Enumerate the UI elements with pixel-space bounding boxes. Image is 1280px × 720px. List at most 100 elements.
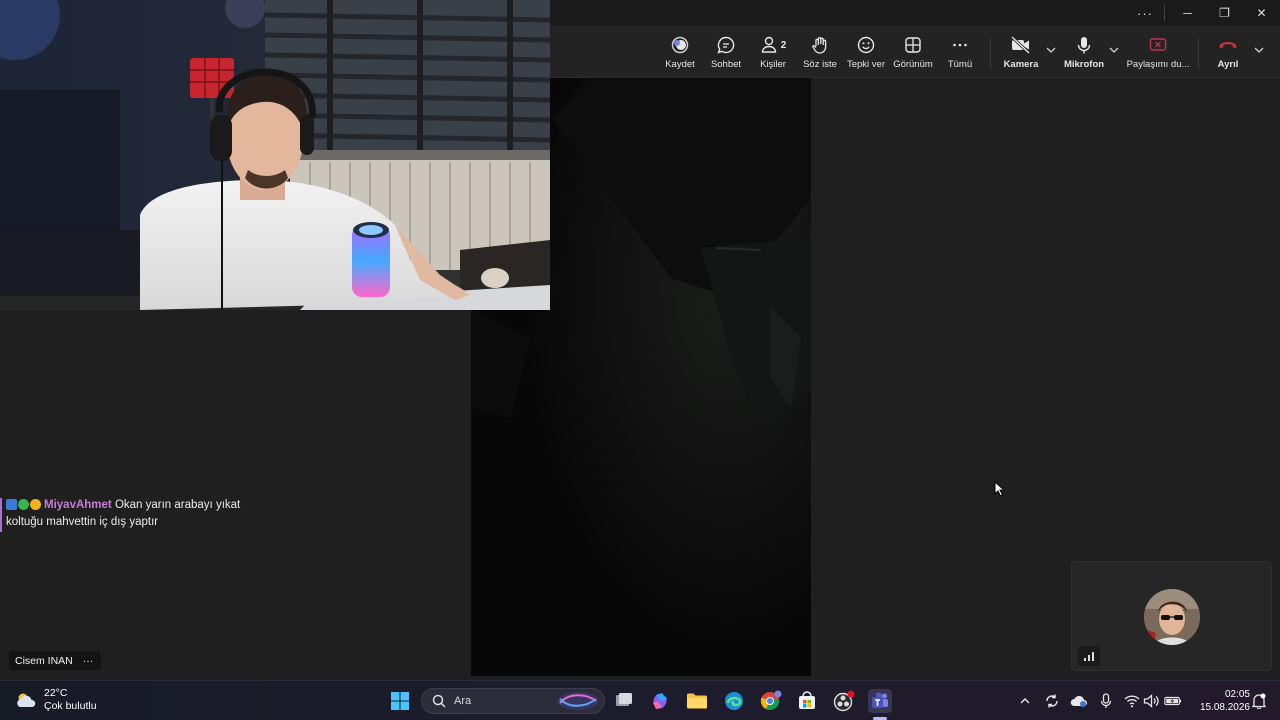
title-more-button[interactable]: ··· [1130,0,1160,26]
clock-date: 15.08.2026 [1199,702,1250,713]
leave-label: Ayrıl [1217,59,1239,70]
toolbar-separator [1198,38,1199,68]
more-actions-label: Tümü [947,59,973,70]
teams-icon [872,692,888,708]
battery-charging-icon [1164,696,1182,706]
more-actions-button[interactable]: Tümü [932,35,988,70]
teams-button[interactable] [868,689,892,713]
file-explorer-button[interactable] [685,689,709,713]
toolbar-separator [990,38,991,68]
sync-tray-button[interactable] [1043,692,1061,710]
task-view-button[interactable] [612,689,636,713]
store-button[interactable] [795,689,819,713]
view-label: Görünüm [893,59,933,70]
avatar-photo [1144,589,1200,645]
chat-accent-bar [0,498,2,532]
chevron-up-icon [1020,698,1030,704]
task-view-icon [616,693,632,706]
participant-name: Cisem INAN [15,654,73,667]
obs-button[interactable] [832,689,856,713]
camera-button[interactable]: Kamera [993,35,1049,70]
leave-options-chevron-icon[interactable] [1253,46,1265,54]
wifi-tray-button[interactable] [1123,692,1141,710]
speaker-icon [1143,694,1159,708]
minimize-button[interactable]: ─ [1169,0,1206,26]
windows-logo-icon [391,692,409,710]
show-hidden-icons-button[interactable] [1016,692,1034,710]
search-icon [432,694,446,708]
microphone-tray-button[interactable] [1097,692,1115,710]
gift-badge-icon [30,499,41,510]
battery-tray-button[interactable] [1164,692,1182,710]
chrome-icon [760,690,782,710]
store-icon [799,691,815,709]
subscriber-badge-icon [6,499,17,510]
chat-message: MiyavAhmet Okan yarın arabayı yıkat kolt… [6,497,266,531]
grid-icon [902,35,924,55]
star-badge-icon [18,499,29,510]
participant-name-tag: Cisem INAN ··· [9,651,102,670]
cloud-icon [1070,695,1087,707]
start-button[interactable] [388,689,412,713]
streamer-webcam-overlay [0,0,550,310]
clock-time: 02:05 [1224,689,1250,700]
weather-widget[interactable]: 22°C Çok bulutlu [14,687,97,713]
record-label: Kaydet [665,59,695,70]
microphone-label: Mikrofon [1063,59,1105,70]
search-highlight-icon [558,692,598,710]
notifications-button[interactable] [1250,692,1268,710]
taskbar-search-box[interactable]: Ara [421,688,605,714]
wifi-icon [1124,695,1140,708]
window-controls: ··· ─ ❐ ✕ [1130,0,1280,26]
microphone-button[interactable]: Mikrofon [1056,35,1112,70]
people-label: Kişiler [760,59,786,70]
chat-badges [6,499,41,510]
title-separator [1164,5,1165,21]
microphone-icon [1073,35,1095,55]
meeting-toolbar: Kaydet Sohbet 2 Kişiler Söz iste Tepki v… [550,26,1280,78]
onedrive-tray-button[interactable] [1070,692,1088,710]
chat-label: Sohbet [710,59,742,70]
search-placeholder: Ara [454,695,472,707]
camera-label: Kamera [1003,59,1039,70]
participant-more-button[interactable]: ··· [83,655,94,667]
people-count: 2 [780,39,787,51]
weather-temperature: 22°C [44,687,68,699]
chat-text: Okan yarın arabayı yıkat koltuğu mahvett… [6,499,241,528]
leave-button[interactable]: Ayrıl [1200,35,1256,70]
cloudy-weather-icon [17,693,36,707]
stop-sharing-button[interactable]: Paylaşımı du... [1124,35,1192,70]
obs-icon [833,690,855,712]
hand-icon [809,35,831,55]
edge-browser-button[interactable] [722,689,746,713]
bell-icon [1252,693,1266,709]
network-quality-icon[interactable] [1078,646,1100,666]
copilot-icon [653,693,667,709]
folder-icon [687,693,707,709]
microphone-options-chevron-icon[interactable] [1108,46,1120,54]
chrome-button[interactable] [759,689,783,713]
record-icon [669,35,691,55]
windows-taskbar: 22°C Çok bulutlu Ara 02:05 15.08.2026 [0,680,1280,720]
volume-tray-button[interactable] [1142,692,1160,710]
restore-button[interactable]: ❐ [1206,0,1243,26]
ellipsis-icon [949,35,971,55]
mouse-cursor-icon [994,481,1006,497]
weather-description: Çok bulutlu [44,700,97,712]
people-icon: 2 [758,35,788,55]
edge-icon [725,692,743,710]
chat-username: MiyavAhmet [44,499,112,511]
self-avatar [1144,589,1200,645]
copilot-button[interactable] [648,689,672,713]
taskbar-clock[interactable]: 02:05 15.08.2026 [1192,688,1250,714]
sync-icon [1046,694,1058,708]
teams-meeting-window: ··· ─ ❐ ✕ Kaydet Sohbet 2 Kişiler Söz is… [0,0,1280,720]
close-button[interactable]: ✕ [1243,0,1280,26]
microphone-tray-icon [1100,693,1112,708]
react-label: Tepki ver [846,59,885,70]
stop-sharing-label: Paylaşımı du... [1126,59,1190,70]
self-view-tile[interactable] [1071,561,1272,671]
stop-share-icon [1147,35,1169,55]
smiley-icon [855,35,877,55]
camera-off-icon [1010,35,1032,55]
